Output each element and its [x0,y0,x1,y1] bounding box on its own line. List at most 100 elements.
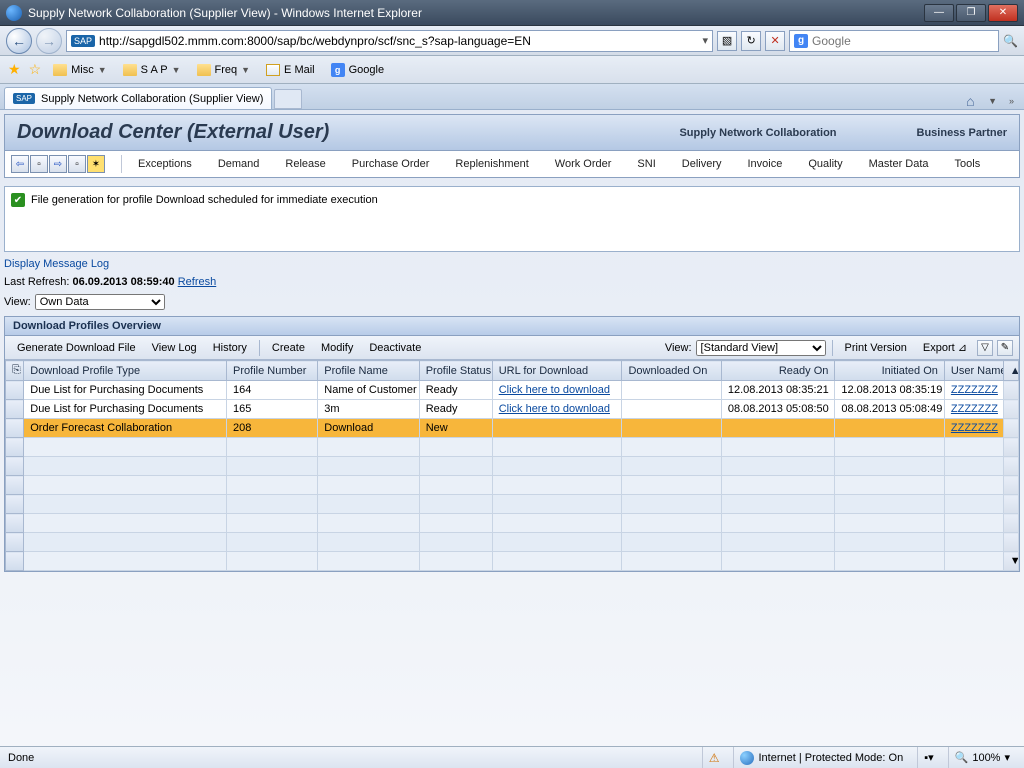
col-header[interactable]: Profile Number [227,361,318,381]
new-tab-button[interactable] [274,89,302,109]
menu-release[interactable]: Release [277,154,333,174]
col-header[interactable]: Ready On [721,361,835,381]
dropdown-icon[interactable]: ▾ [703,34,709,47]
user-link[interactable]: ZZZZZZZ [951,384,998,396]
col-header[interactable]: User Name [944,361,1003,381]
menu-purchase-order[interactable]: Purchase Order [344,154,438,174]
menu-work-order[interactable]: Work Order [547,154,620,174]
menu-master-data[interactable]: Master Data [861,154,937,174]
nav-history2-icon[interactable]: ▫ [68,155,86,173]
row-handle[interactable] [6,419,24,438]
view-log-button[interactable]: View Log [146,340,203,356]
menu-demand[interactable]: Demand [210,154,268,174]
browser-tab[interactable]: SAP Supply Network Collaboration (Suppli… [4,87,272,109]
download-link[interactable]: Click here to download [499,384,610,396]
view-select[interactable]: Own Data [35,294,165,310]
scroll-up-icon[interactable]: ▲ [1003,361,1018,381]
close-button[interactable]: ✕ [988,4,1018,22]
search-input[interactable] [812,34,994,48]
cell-url [492,419,622,438]
scroll-track[interactable] [1003,476,1018,495]
export-button[interactable]: Export ⊿ [917,339,973,356]
menu-sni[interactable]: SNI [629,154,663,174]
home-icon[interactable]: ⌂ [966,93,982,109]
toolbar-view-select[interactable]: [Standard View] [696,340,826,356]
menu-quality[interactable]: Quality [800,154,850,174]
scroll-track[interactable] [1003,419,1018,438]
security-zone[interactable]: Internet | Protected Mode: On [733,747,909,768]
scroll-track[interactable]: ▼ [1003,552,1018,571]
page-content: Download Center (External User) Supply N… [0,110,1024,746]
col-header[interactable]: Profile Status [419,361,492,381]
col-header[interactable]: Download Profile Type [24,361,227,381]
scroll-track[interactable] [1003,381,1018,400]
fav-misc[interactable]: Misc▼ [49,62,111,78]
menu-delivery[interactable]: Delivery [674,154,730,174]
print-version-button[interactable]: Print Version [839,340,913,356]
minimize-button[interactable]: — [924,4,954,22]
popup-blocker[interactable]: ▪▾ [917,747,939,768]
nav-back-icon[interactable]: ⇦ [11,155,29,173]
scroll-track[interactable] [1003,400,1018,419]
user-link[interactable]: ZZZZZZZ [951,422,998,434]
modify-button[interactable]: Modify [315,340,359,356]
stop-button[interactable]: ✕ [765,31,785,51]
generate-download-file-button[interactable]: Generate Download File [11,340,142,356]
display-message-log-link[interactable]: Display Message Log [4,258,109,270]
nav-fullscreen-icon[interactable]: ✶ [87,155,105,173]
nav-history-icon[interactable]: ▫ [30,155,48,173]
zoom-control[interactable]: 🔍 100% ▾ [948,747,1016,768]
create-button[interactable]: Create [266,340,311,356]
search-box[interactable]: g [789,30,999,52]
row-handle[interactable] [6,400,24,419]
scroll-track[interactable] [1003,514,1018,533]
compat-button[interactable]: ▧ [717,31,737,51]
fav-sap[interactable]: S A P▼ [119,62,185,78]
search-icon[interactable]: 🔍 [1003,34,1018,48]
cell-status: Ready [419,381,492,400]
settings-icon[interactable]: ✎ [997,340,1013,356]
fav-google[interactable]: gGoogle [327,61,388,79]
fav-email[interactable]: E Mail [262,62,319,78]
menu-invoice[interactable]: Invoice [740,154,791,174]
col-header[interactable]: Downloaded On [622,361,721,381]
chevron-right-icon[interactable]: » [1009,96,1014,106]
refresh-link[interactable]: Refresh [178,276,217,288]
filter-icon[interactable]: ▽ [977,340,993,356]
deactivate-button[interactable]: Deactivate [363,340,427,356]
nav-forward-icon[interactable]: ⇨ [49,155,67,173]
back-button[interactable]: ← [6,28,32,54]
menu-tools[interactable]: Tools [947,154,989,174]
table-row-empty: ▼ [6,552,1019,571]
address-bar[interactable]: SAP ▾ [66,30,713,52]
scroll-track[interactable] [1003,438,1018,457]
menu-replenishment[interactable]: Replenishment [447,154,536,174]
menu-exceptions[interactable]: Exceptions [130,154,200,174]
scroll-track[interactable] [1003,533,1018,552]
last-refresh-time: 06.09.2013 08:59:40 [72,276,174,288]
col-header[interactable]: Profile Name [318,361,419,381]
table-row[interactable]: Order Forecast Collaboration208DownloadN… [6,419,1019,438]
scroll-track[interactable] [1003,457,1018,476]
refresh-button[interactable]: ↻ [741,31,761,51]
favorites-star-icon[interactable]: ★ [8,61,21,78]
select-all-handle[interactable]: ⎘ [6,361,24,381]
history-button[interactable]: History [207,340,253,356]
scroll-track[interactable] [1003,495,1018,514]
maximize-button[interactable]: ❐ [956,4,986,22]
row-handle[interactable] [6,381,24,400]
browser-status-bar: Done ⚠ Internet | Protected Mode: On ▪▾ … [0,746,1024,768]
url-input[interactable] [99,34,699,48]
cell-user: ZZZZZZZ [944,400,1003,419]
table-row[interactable]: Due List for Purchasing Documents164Name… [6,381,1019,400]
sap-menubar: ⇦ ▫ ⇨ ▫ ✶ Exceptions Demand Release Purchas… [4,151,1020,178]
user-link[interactable]: ZZZZZZZ [951,403,998,415]
panel-toolbar: Generate Download File View Log History … [5,336,1019,360]
download-link[interactable]: Click here to download [499,403,610,415]
col-header[interactable]: Initiated On [835,361,945,381]
forward-button[interactable]: → [36,28,62,54]
col-header[interactable]: URL for Download [492,361,622,381]
table-row[interactable]: Due List for Purchasing Documents1653mRe… [6,400,1019,419]
add-favorite-icon[interactable]: ☆ [29,61,42,78]
fav-freq[interactable]: Freq▼ [193,62,255,78]
